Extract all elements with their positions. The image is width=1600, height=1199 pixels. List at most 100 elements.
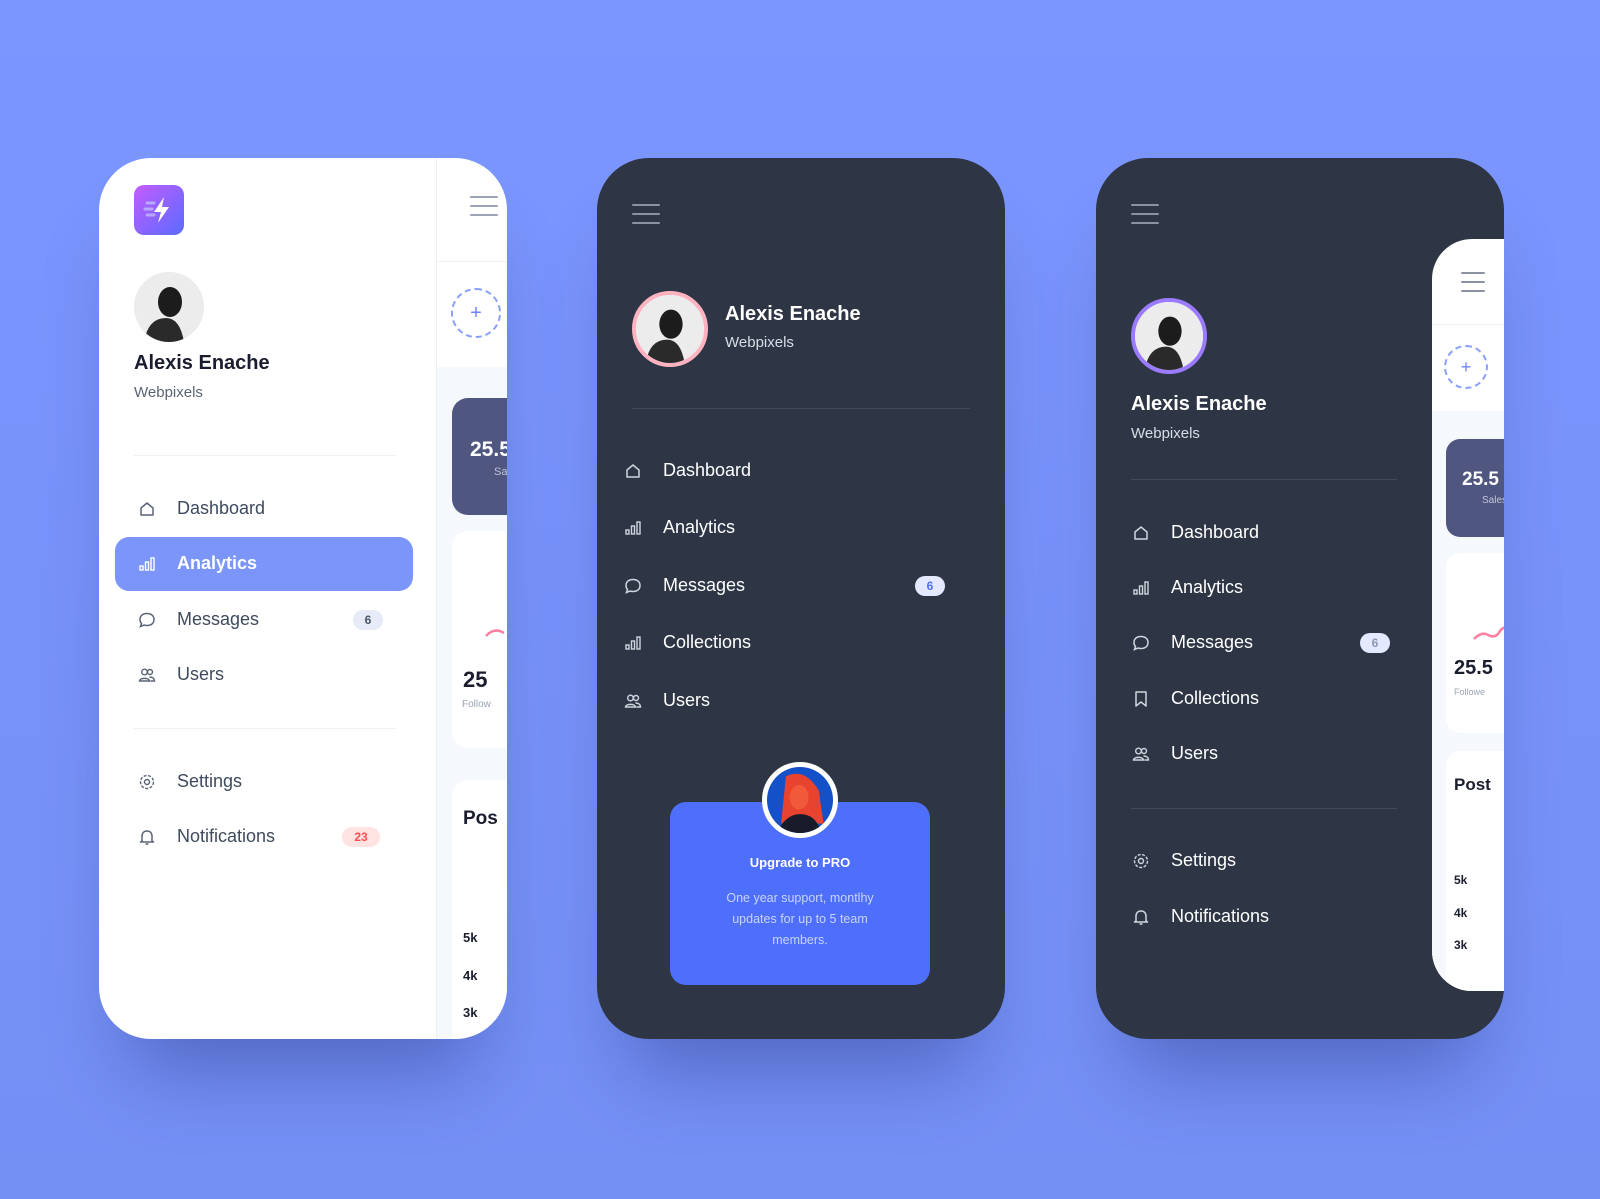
dark-sidebar-card-2: Alexis Enache Webpixels Dashboard Analyti… xyxy=(1096,158,1504,1039)
users-icon xyxy=(137,665,157,685)
users-icon xyxy=(1131,744,1151,764)
nav-label: Messages xyxy=(663,575,746,595)
light-sidebar-card: Alexis Enache Webpixels Dashboard Analyti… xyxy=(99,158,507,1039)
add-button[interactable]: + xyxy=(451,288,501,338)
stat-value: 25 xyxy=(463,667,488,692)
divider xyxy=(134,728,396,729)
nav-item-users[interactable]: Users xyxy=(597,681,1005,721)
chat-icon xyxy=(1131,633,1151,653)
nav-label: Settings xyxy=(1171,850,1237,870)
preview-header xyxy=(437,158,507,262)
upgrade-title: Upgrade to PRO xyxy=(749,855,851,870)
home-icon xyxy=(1131,523,1151,543)
notification-count-badge: 23 xyxy=(342,827,380,847)
message-count-badge: 6 xyxy=(915,576,945,596)
stat-label: Sales xyxy=(1482,495,1504,506)
preview-toolbar: + xyxy=(437,263,507,367)
app-logo[interactable] xyxy=(134,185,184,235)
dark-sidebar-card: Alexis Enache Webpixels Dashboard Analyti… xyxy=(597,158,1005,1039)
nav-label: Dashboard xyxy=(1171,522,1260,542)
nav-label: Analytics xyxy=(177,553,258,573)
upgrade-text: One year support, montlhy updates for up… xyxy=(726,891,874,947)
stat-label: Sa xyxy=(494,466,507,478)
preview-content: 25.5 Sales 25.5 Followe Post 5k 4k 3k xyxy=(1432,411,1504,991)
nav-label: Dashboard xyxy=(177,498,266,518)
bar-chart-icon xyxy=(137,554,157,574)
nav-label: Analytics xyxy=(663,517,736,537)
profile-name: Alexis Enache xyxy=(725,303,861,325)
bar-chart-icon xyxy=(1131,578,1151,598)
bar-chart-icon xyxy=(623,633,643,653)
stat-card-sales: 25.5 Sa xyxy=(452,398,507,515)
nav-item-collections[interactable]: Collections xyxy=(597,623,1005,663)
stat-value: 25.5 xyxy=(1454,657,1493,679)
chart-title: Post xyxy=(1454,775,1491,794)
chat-icon xyxy=(623,576,643,596)
divider xyxy=(632,408,970,409)
menu-icon[interactable] xyxy=(1461,272,1485,292)
y-tick: 5k xyxy=(463,930,478,945)
nav-label: Collections xyxy=(663,632,752,652)
posts-chart-card: Post 5k 4k 3k xyxy=(1446,751,1504,991)
nav-label: Messages xyxy=(177,609,260,629)
menu-icon[interactable] xyxy=(1131,204,1159,224)
upgrade-avatar xyxy=(762,762,838,838)
nav-item-dashboard[interactable]: Dashboard xyxy=(597,451,1005,491)
posts-chart-card: Pos 5k 4k 3k xyxy=(452,780,507,1039)
gear-icon xyxy=(137,772,157,792)
preview-content: 25.5 Sa 25 Follow Pos 5k 4k 3k xyxy=(437,367,507,1039)
profile-company: Webpixels xyxy=(1131,425,1200,442)
nav-item-messages[interactable]: Messages 6 xyxy=(597,566,1005,606)
stat-card-sales: 25.5 Sales xyxy=(1446,439,1504,537)
add-button[interactable]: + xyxy=(1444,345,1488,389)
users-icon xyxy=(623,691,643,711)
divider xyxy=(1131,479,1397,480)
nav-label: Notifications xyxy=(177,826,276,846)
home-icon xyxy=(137,499,157,519)
y-tick: 4k xyxy=(463,968,478,983)
stat-label: Followe xyxy=(1454,687,1486,697)
y-tick: 4k xyxy=(1454,906,1468,920)
stat-card-followers: 25 Follow xyxy=(452,531,507,748)
preview-panel: + 25.5 Sales 25.5 Followe Post 5k 4k 3k xyxy=(1432,239,1504,991)
menu-icon[interactable] xyxy=(470,196,498,216)
nav-label: Notifications xyxy=(1171,906,1270,926)
bell-icon xyxy=(1131,907,1151,927)
stat-value: 25.5 xyxy=(470,438,507,461)
y-tick: 5k xyxy=(1454,873,1468,887)
nav-label: Users xyxy=(177,664,225,684)
avatar[interactable] xyxy=(632,291,708,367)
sparkline xyxy=(485,629,505,637)
lightning-icon xyxy=(143,197,169,223)
nav-label: Dashboard xyxy=(663,460,752,480)
avatar[interactable] xyxy=(1131,298,1207,374)
message-count-badge: 6 xyxy=(1360,633,1390,653)
preview-header xyxy=(1432,239,1504,325)
nav-label: Users xyxy=(663,690,711,710)
profile-name: Alexis Enache xyxy=(134,352,270,374)
stat-value: 25.5 xyxy=(1462,469,1499,490)
home-icon xyxy=(623,461,643,481)
y-tick: 3k xyxy=(463,1005,478,1020)
divider xyxy=(1131,808,1397,809)
sparkline xyxy=(1473,626,1504,640)
message-count-badge: 6 xyxy=(353,610,383,630)
stat-label: Follow xyxy=(462,699,491,710)
nav-label: Collections xyxy=(1171,688,1260,708)
gear-icon xyxy=(1131,851,1151,871)
bookmark-icon xyxy=(1131,689,1151,709)
bell-icon xyxy=(137,827,157,847)
bar-chart-icon xyxy=(623,518,643,538)
y-tick: 3k xyxy=(1454,938,1468,952)
menu-icon[interactable] xyxy=(632,204,660,224)
nav-item-analytics[interactable]: Analytics xyxy=(597,508,1005,548)
chart-title: Pos xyxy=(463,808,498,829)
profile-company: Webpixels xyxy=(725,334,794,351)
profile-company: Webpixels xyxy=(134,384,203,401)
nav-label: Settings xyxy=(177,771,243,791)
chat-icon xyxy=(137,610,157,630)
divider xyxy=(134,455,396,456)
nav-label: Users xyxy=(1171,743,1219,763)
nav-label: Messages xyxy=(1171,632,1254,652)
avatar[interactable] xyxy=(134,272,204,342)
